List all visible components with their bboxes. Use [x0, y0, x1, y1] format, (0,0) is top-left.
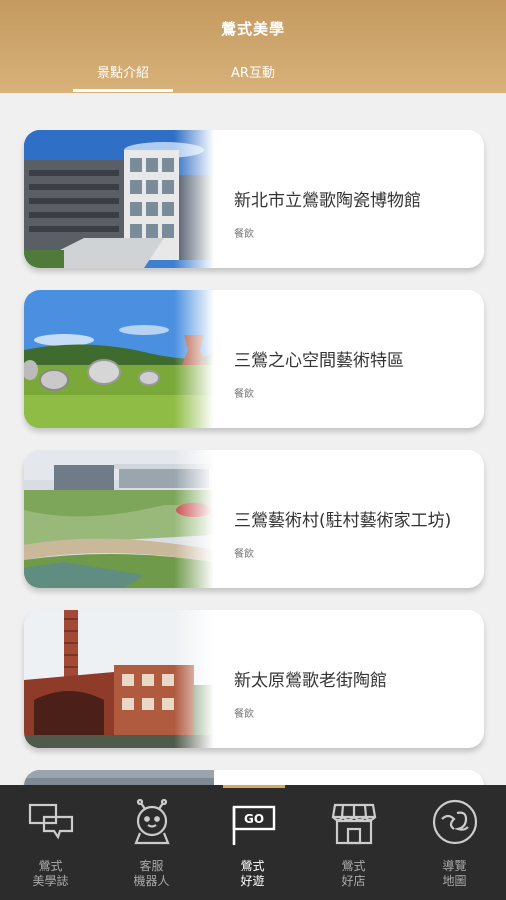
nav-chatbot[interactable]: 客服 機器人 — [101, 785, 202, 900]
attraction-card[interactable]: 三鶯之心空間藝術特區 餐飲 — [24, 290, 484, 428]
attraction-card[interactable] — [24, 770, 484, 785]
nav-label-line1: 客服 — [139, 859, 164, 873]
card-title: 新太原鶯歌老街陶館 — [234, 671, 387, 691]
attraction-card[interactable]: 新北市立鶯歌陶瓷博物館 餐飲 — [24, 130, 484, 268]
active-tab-indicator — [73, 89, 173, 92]
card-title: 三鶯藝術村(駐村藝術家工坊) — [234, 511, 452, 531]
go-flag-icon: GO — [228, 797, 278, 847]
card-title: 三鶯之心空間藝術特區 — [234, 351, 404, 371]
attraction-list[interactable]: 新北市立鶯歌陶瓷博物館 餐飲 三鶯之心空間藝術特區 餐飲 三鶯藝術村(駐村藝術家… — [0, 93, 506, 785]
robot-icon — [127, 797, 177, 847]
nav-guide-map[interactable]: 導覽 地圖 — [404, 785, 505, 900]
bottom-navigation: 鶯式 美學誌 客服 機器人 GO 鶯式 好遊 鶯式 好店 導覽 地圖 — [0, 785, 506, 900]
nav-label-line1: 鶯式 — [341, 859, 366, 873]
nav-label-line2: 地圖 — [442, 874, 467, 888]
app-header: 鶯式美學 景點介紹 AR互動 — [0, 0, 506, 93]
card-subtitle: 餐飲 — [234, 389, 254, 400]
nav-label-line1: 導覽 — [442, 859, 467, 873]
nav-label-line1: 鶯式 — [240, 859, 265, 873]
nav-good-shops[interactable]: 鶯式 好店 — [303, 785, 404, 900]
card-title: 新北市立鶯歌陶瓷博物館 — [234, 191, 421, 211]
nav-label-line2: 美學誌 — [32, 874, 69, 888]
sculpture-park-photo — [24, 290, 214, 428]
attraction-photo — [24, 770, 214, 785]
nav-label-line2: 好店 — [341, 874, 366, 888]
tab-attractions[interactable]: 景點介紹 — [73, 62, 173, 81]
nav-active-indicator — [223, 785, 285, 788]
page-title: 鶯式美學 — [220, 20, 285, 38]
art-village-photo — [24, 450, 214, 588]
card-subtitle: 餐飲 — [234, 549, 254, 560]
nav-good-travel[interactable]: GO 鶯式 好遊 — [202, 785, 303, 900]
nav-label-line1: 鶯式 — [38, 859, 63, 873]
store-icon — [329, 797, 379, 847]
tab-ar-interaction[interactable]: AR互動 — [203, 62, 303, 81]
museum-photo — [24, 130, 214, 268]
nav-label-line2: 機器人 — [133, 874, 170, 888]
card-subtitle: 餐飲 — [234, 229, 254, 240]
attraction-card[interactable]: 新太原鶯歌老街陶館 餐飲 — [24, 610, 484, 748]
svg-text:GO: GO — [244, 812, 264, 826]
chat-bubbles-icon — [26, 797, 76, 847]
card-subtitle: 餐飲 — [234, 709, 254, 720]
map-logo-icon — [430, 797, 480, 847]
nav-label-line2: 好遊 — [240, 874, 265, 888]
brick-kiln-photo — [24, 610, 214, 748]
attraction-card[interactable]: 三鶯藝術村(駐村藝術家工坊) 餐飲 — [24, 450, 484, 588]
nav-magazine[interactable]: 鶯式 美學誌 — [0, 785, 101, 900]
